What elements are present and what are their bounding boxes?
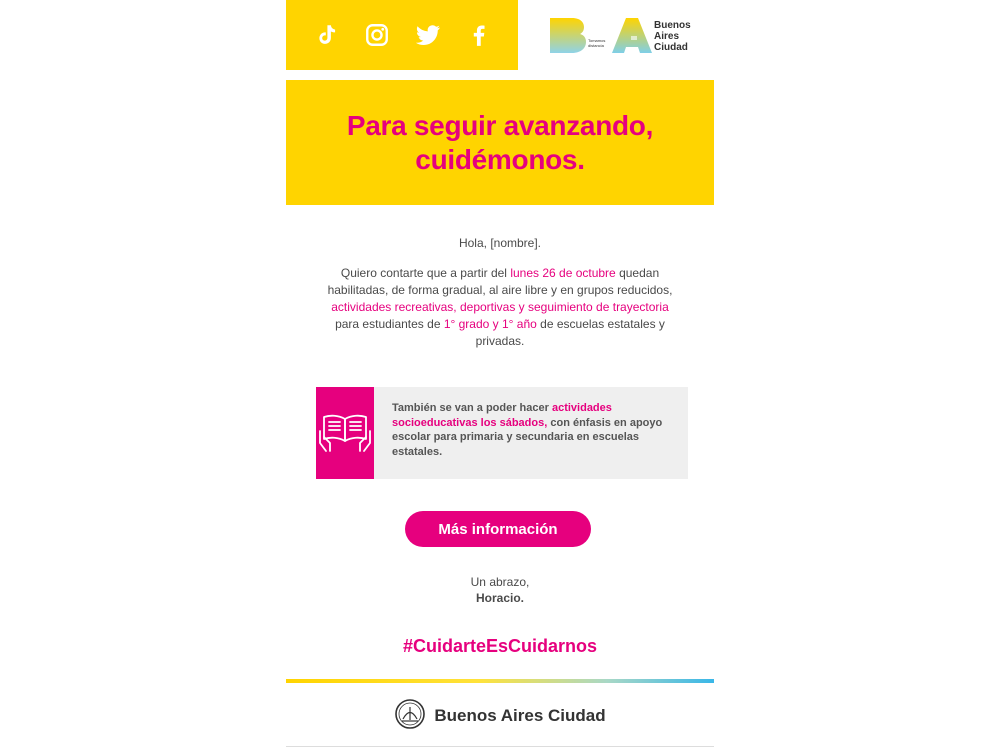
logo-brand-3: Ciudad bbox=[654, 42, 688, 53]
gradient-divider bbox=[286, 679, 714, 683]
signoff-line: Un abrazo, bbox=[470, 575, 530, 589]
tiktok-icon[interactable] bbox=[312, 21, 340, 49]
intro-highlight-grades: 1° grado y 1° año bbox=[443, 317, 537, 331]
intro-text-3: para estudiantes de bbox=[335, 317, 444, 331]
card-icon-box bbox=[316, 387, 374, 479]
hero-banner: Para seguir avanzando, cuidémonos. bbox=[286, 80, 714, 205]
ba-logo: Tomamos distancia Buenos Aires Ciudad bbox=[548, 12, 698, 60]
signoff-name: Horacio. bbox=[475, 591, 524, 605]
card-text: También se van a poder hacer actividades… bbox=[374, 387, 688, 479]
logo-brand-1: Buenos bbox=[654, 20, 691, 31]
intro-highlight-date: lunes 26 de octubre bbox=[510, 266, 616, 280]
instagram-icon[interactable] bbox=[363, 21, 391, 49]
city-seal-icon bbox=[394, 698, 426, 735]
intro-highlight-activities: actividades recreativas, deportivas y se… bbox=[331, 300, 669, 314]
intro-paragraph: Quiero contarte que a partir del lunes 2… bbox=[326, 265, 674, 350]
hero-title-line-1: Para seguir avanzando, bbox=[346, 109, 654, 141]
logo-tagline-2: distancia bbox=[588, 43, 605, 48]
footer: Buenos Aires Ciudad bbox=[286, 694, 714, 738]
twitter-icon[interactable] bbox=[414, 21, 442, 49]
card-text-1: También se van a poder hacer bbox=[392, 402, 552, 414]
facebook-icon[interactable] bbox=[465, 21, 493, 49]
hashtag: #CuidarteEsCuidarnos bbox=[402, 636, 598, 656]
email-body: Tomamos distancia Buenos Aires Ciudad Pa… bbox=[286, 0, 714, 750]
footer-brand: Buenos Aires Ciudad bbox=[434, 706, 606, 725]
signoff: Un abrazo, Horacio. bbox=[286, 574, 714, 606]
hero-title-line-2: cuidémonos. bbox=[415, 143, 585, 175]
social-bar bbox=[286, 0, 518, 70]
book-icon bbox=[319, 414, 371, 452]
greeting: Hola, [nombre]. bbox=[458, 236, 542, 250]
intro-text-1: Quiero contarte que a partir del bbox=[340, 266, 511, 280]
info-card: También se van a poder hacer actividades… bbox=[316, 387, 688, 479]
more-info-button[interactable]: Más información bbox=[405, 511, 591, 547]
logo-brand-2: Aires bbox=[654, 31, 679, 42]
footer-divider bbox=[286, 746, 714, 747]
